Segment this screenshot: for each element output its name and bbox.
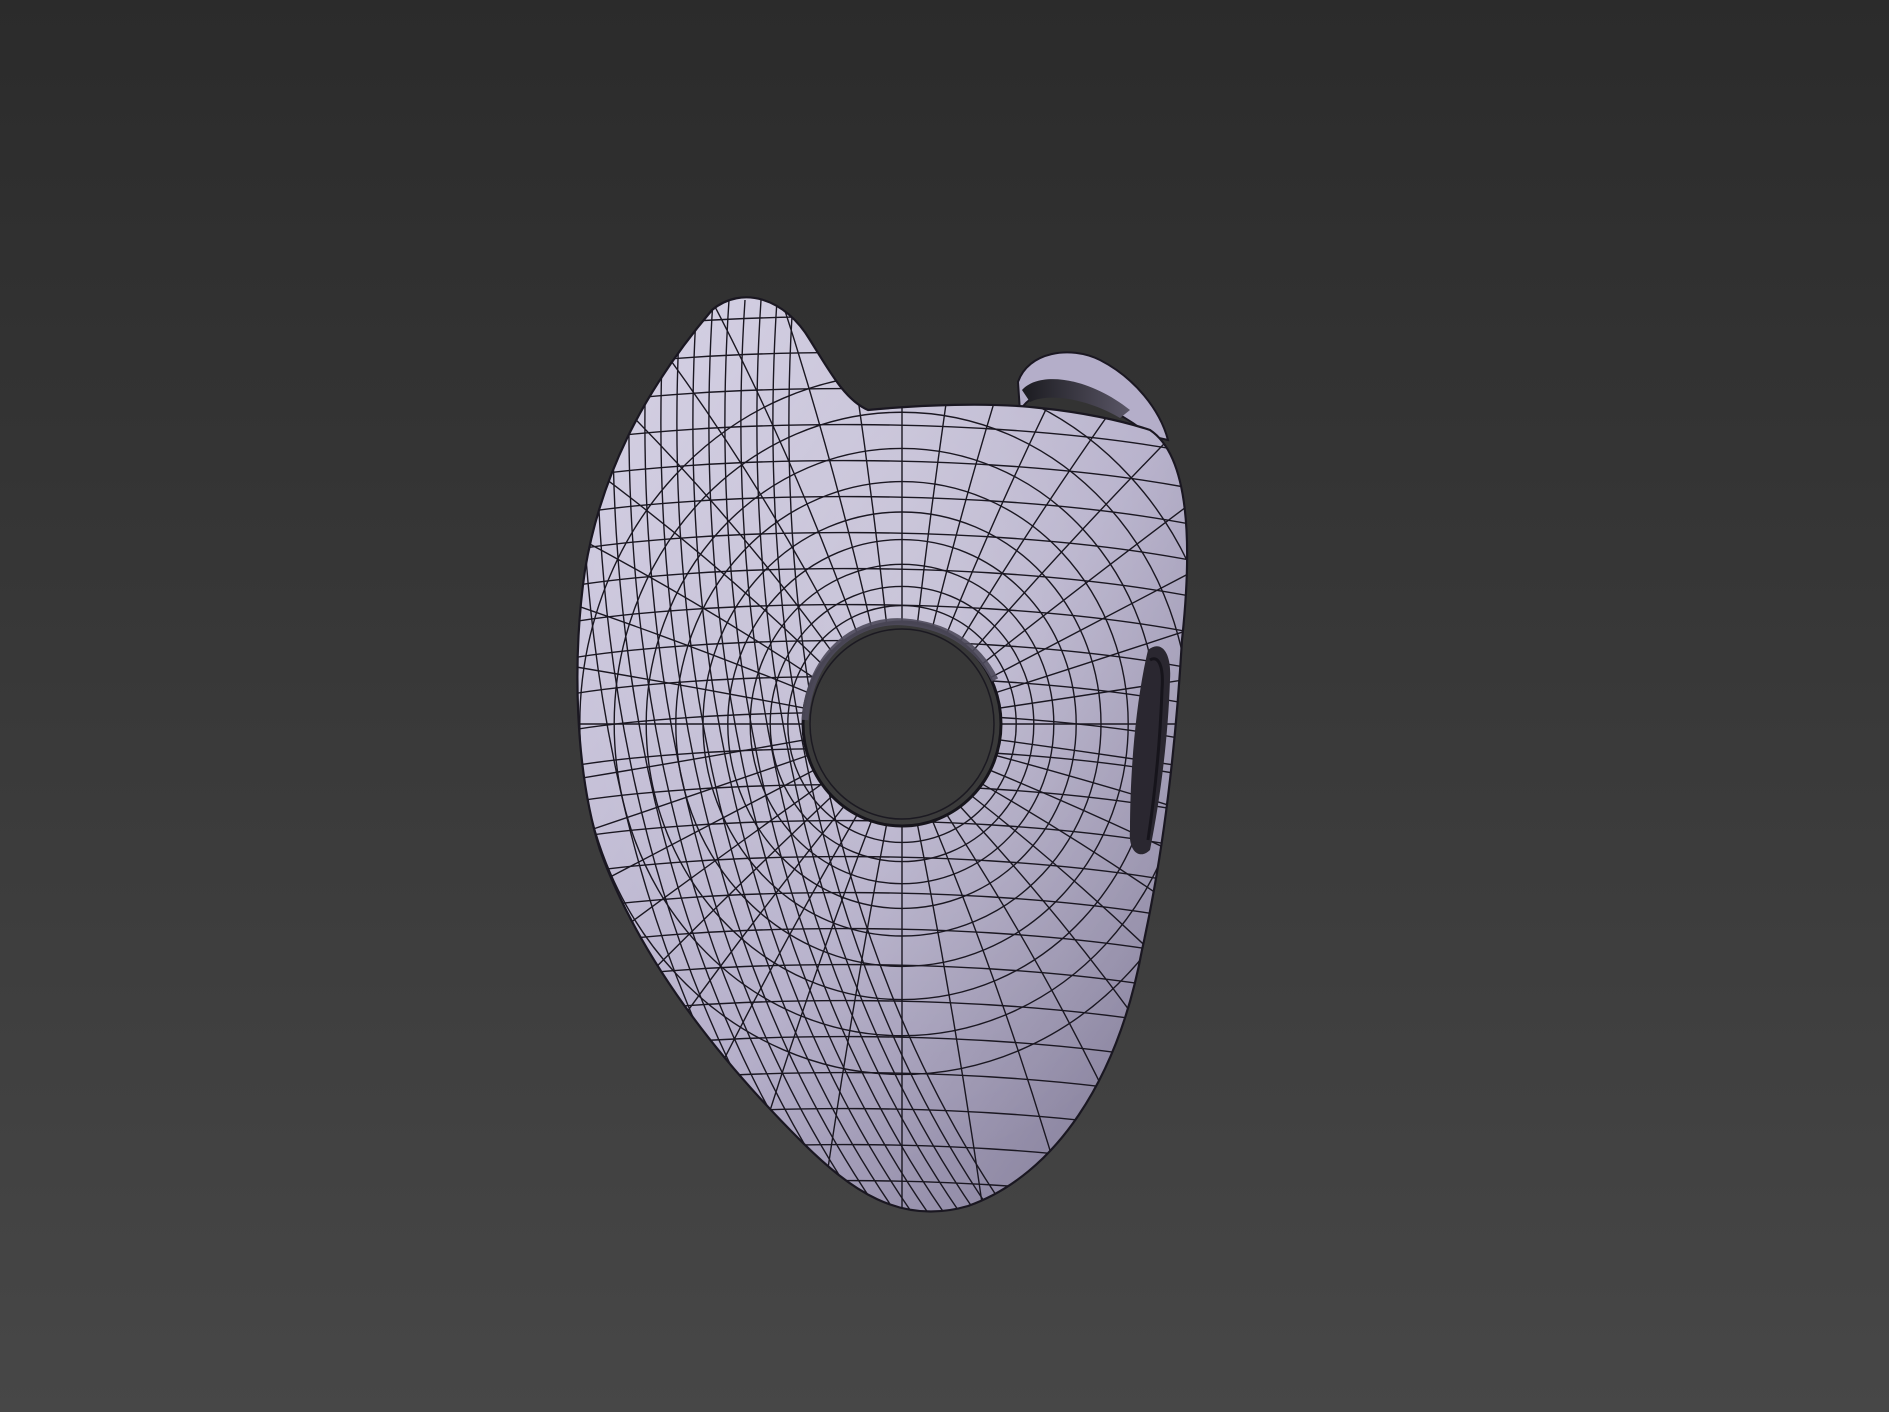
wireframe-edge xyxy=(577,315,1188,347)
3d-viewport[interactable] xyxy=(0,0,1889,1412)
mask-model[interactable] xyxy=(0,0,1889,1412)
mask-body xyxy=(576,296,1189,1213)
wireframe-edge xyxy=(577,297,1188,311)
